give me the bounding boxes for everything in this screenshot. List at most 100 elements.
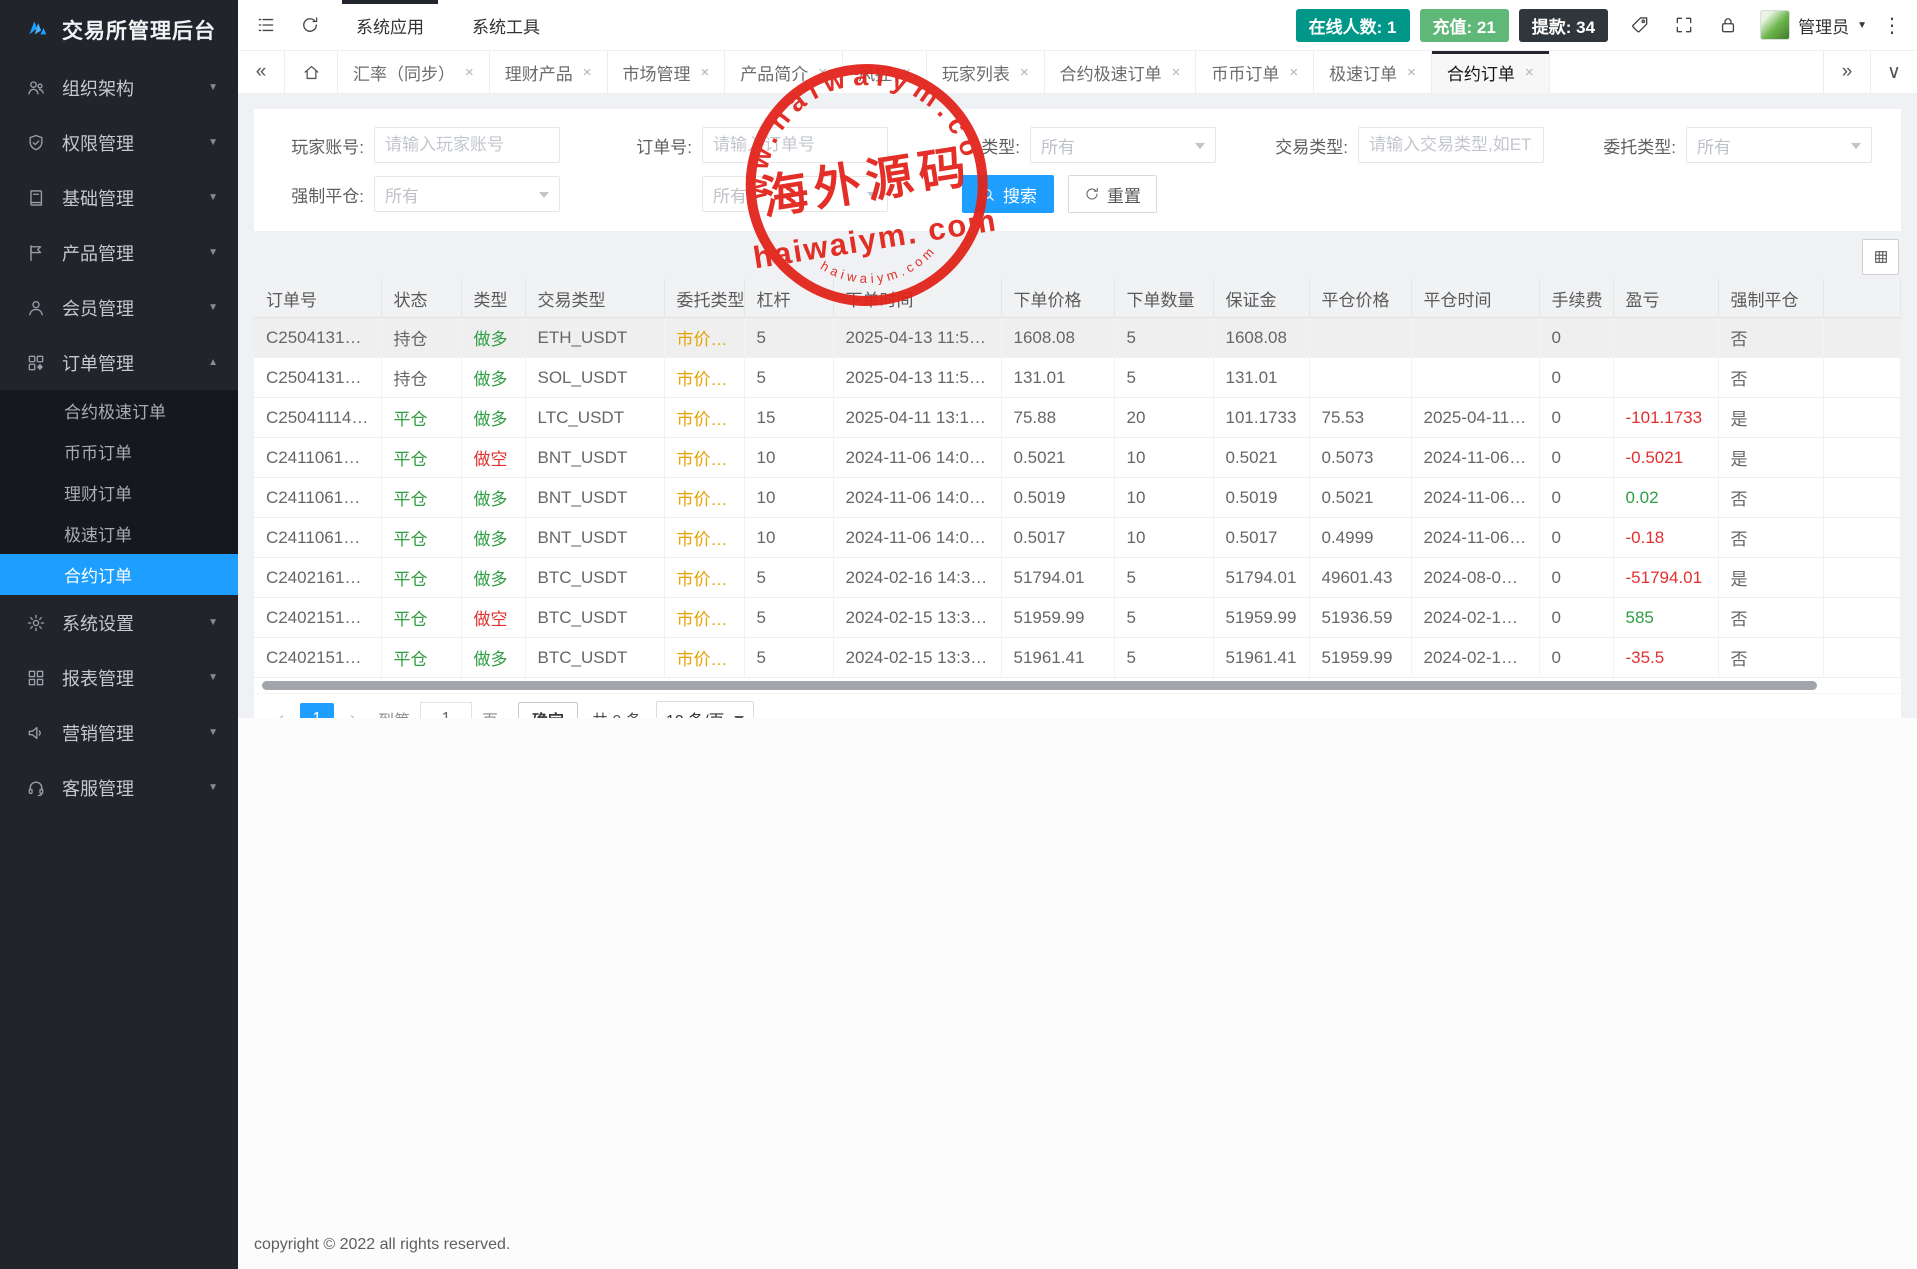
table-cell: 市价委托 xyxy=(664,398,744,438)
table-cell: 585 xyxy=(1613,598,1718,638)
user-name: 管理员 xyxy=(1798,13,1849,38)
tab-close-icon[interactable]: × xyxy=(1289,64,1298,81)
tab-理财产品[interactable]: 理财产品× xyxy=(490,51,608,93)
tabs-more[interactable]: ∨ xyxy=(1870,51,1917,93)
table-cell: 0.02 xyxy=(1613,478,1718,518)
table-cell: C240216153... xyxy=(254,558,381,598)
sidebar-item-system[interactable]: 系统设置▼ xyxy=(0,595,238,650)
sidebar-item-org[interactable]: 组织架构▼ xyxy=(0,60,238,115)
tab-汇率（同步）[interactable]: 汇率（同步）× xyxy=(338,51,490,93)
sidebar-subitem[interactable]: 理财订单 xyxy=(0,472,238,513)
topbar: 系统应用系统工具 在线人数: 1 充值: 21 提款: 34 管理员 ▼ ⋮ xyxy=(238,0,1917,51)
sidebar-item-label: 产品管理 xyxy=(62,240,134,266)
lock-icon[interactable] xyxy=(1706,0,1750,50)
tabs-strip: 汇率（同步）×理财产品×市场管理×产品简介×风控×玩家列表×合约极速订单×币币订… xyxy=(338,51,1823,93)
force-close-select[interactable]: 所有 xyxy=(374,176,560,212)
sidebar-item-permission[interactable]: 权限管理▼ xyxy=(0,115,238,170)
table-cell xyxy=(1823,318,1901,358)
tab-close-icon[interactable]: × xyxy=(1172,64,1181,81)
sidebar-subitem[interactable]: 币币订单 xyxy=(0,431,238,472)
table-cell: 10 xyxy=(1114,438,1213,478)
user-menu[interactable]: 管理员 ▼ xyxy=(1750,10,1877,40)
secondary-select[interactable]: 所有 xyxy=(702,176,888,212)
column-header: 手续费 xyxy=(1539,279,1613,318)
badge-online-count[interactable]: 在线人数: 1 xyxy=(1296,9,1410,42)
sidebar-subitem[interactable]: 合约极速订单 xyxy=(0,390,238,431)
home-tab[interactable] xyxy=(285,51,338,93)
tab-合约极速订单[interactable]: 合约极速订单× xyxy=(1045,51,1197,93)
table-row: C240215143...平仓做空BTC_USDT市价委托52024-02-15… xyxy=(254,598,1901,638)
tab-产品简介[interactable]: 产品简介× xyxy=(725,51,843,93)
tab-极速订单[interactable]: 极速订单× xyxy=(1314,51,1432,93)
more-vertical-icon[interactable]: ⋮ xyxy=(1877,13,1907,38)
column-header: 下单数量 xyxy=(1114,279,1213,318)
table-cell: 2025-04-13 11:51:38.... xyxy=(833,358,1001,398)
table-cell: 5 xyxy=(1114,598,1213,638)
caret-down-icon: ▼ xyxy=(208,192,218,203)
table-cell: C250413125... xyxy=(254,318,381,358)
search-button[interactable]: 搜索 xyxy=(962,175,1054,213)
table-cell: 75.88 xyxy=(1001,398,1114,438)
badge-recharge-count[interactable]: 充值: 21 xyxy=(1420,9,1509,42)
sidebar-item-order[interactable]: 订单管理▲ xyxy=(0,335,238,390)
sidebar-item-base[interactable]: 基础管理▼ xyxy=(0,170,238,225)
order-no-input[interactable] xyxy=(702,127,888,163)
table-cell: 0.5021 xyxy=(1001,438,1114,478)
tab-玩家列表[interactable]: 玩家列表× xyxy=(927,51,1045,93)
table-cell: 持仓 xyxy=(381,358,461,398)
content-spacer xyxy=(238,718,1917,1269)
tabs-scroll-right[interactable]: » xyxy=(1823,51,1870,93)
table-cell: 51961.41 xyxy=(1213,638,1309,678)
fullscreen-icon[interactable] xyxy=(1662,0,1706,50)
tab-close-icon[interactable]: × xyxy=(465,64,474,81)
table-cell: 否 xyxy=(1718,358,1823,398)
tag-icon[interactable] xyxy=(1618,0,1662,50)
table-cell: 2024-02-15 13:34:35.... xyxy=(833,598,1001,638)
filter-label: 委托类型: xyxy=(1584,133,1676,158)
player-account-input[interactable] xyxy=(374,127,560,163)
sidebar-item-member[interactable]: 会员管理▼ xyxy=(0,280,238,335)
badge-withdraw-count[interactable]: 提款: 34 xyxy=(1519,9,1608,42)
tab-close-icon[interactable]: × xyxy=(583,64,592,81)
tab-风控[interactable]: 风控× xyxy=(843,51,927,93)
refresh-icon[interactable] xyxy=(288,0,332,50)
tabs-scroll-left[interactable]: « xyxy=(238,51,285,93)
table-row: C250413125...持仓做多ETH_USDT市价委托52025-04-13… xyxy=(254,318,1901,358)
type-select[interactable]: 所有 xyxy=(1030,127,1216,163)
sidebar-subitem[interactable]: 极速订单 xyxy=(0,513,238,554)
tab-close-icon[interactable]: × xyxy=(902,64,911,81)
table-cell: 15 xyxy=(744,398,833,438)
tab-close-icon[interactable]: × xyxy=(1407,64,1416,81)
tab-close-icon[interactable]: × xyxy=(701,64,710,81)
scrollbar-thumb[interactable] xyxy=(262,681,1817,690)
topbar-menu[interactable]: 系统工具 xyxy=(448,0,564,50)
collapse-menu-icon[interactable] xyxy=(244,0,288,50)
sidebar-subitem[interactable]: 合约订单 xyxy=(0,554,238,595)
tab-合约订单[interactable]: 合约订单× xyxy=(1432,51,1550,93)
columns-toggle-button[interactable] xyxy=(1862,239,1899,275)
topbar-menu[interactable]: 系统应用 xyxy=(332,0,448,50)
topbar-menus: 系统应用系统工具 xyxy=(332,0,564,50)
sidebar-item-product[interactable]: 产品管理▼ xyxy=(0,225,238,280)
table-cell: 51959.99 xyxy=(1213,598,1309,638)
sidebar-item-marketing[interactable]: 营销管理▼ xyxy=(0,705,238,760)
trade-type-input[interactable] xyxy=(1358,127,1544,163)
tab-市场管理[interactable]: 市场管理× xyxy=(608,51,726,93)
reset-button[interactable]: 重置 xyxy=(1068,175,1157,213)
table-cell: -0.18 xyxy=(1613,518,1718,558)
tab-close-icon[interactable]: × xyxy=(1020,64,1029,81)
table-cell: 是 xyxy=(1718,558,1823,598)
tab-close-icon[interactable]: × xyxy=(818,64,827,81)
table-cell xyxy=(1823,398,1901,438)
filter-group-order-no: 订单号: xyxy=(600,127,888,163)
tab-close-icon[interactable]: × xyxy=(1525,64,1534,81)
table-cell: 0.4999 xyxy=(1309,518,1411,558)
table-cell: 持仓 xyxy=(381,318,461,358)
speaker-icon xyxy=(26,723,46,743)
sidebar-item-service[interactable]: 客服管理▼ xyxy=(0,760,238,815)
column-header xyxy=(1823,279,1901,318)
entrust-type-select[interactable]: 所有 xyxy=(1686,127,1872,163)
filter-panel: 玩家账号:订单号:类型:所有交易类型:委托类型:所有 强制平仓:所有所有 搜索 … xyxy=(254,109,1901,231)
sidebar-item-report[interactable]: 报表管理▼ xyxy=(0,650,238,705)
tab-币币订单[interactable]: 币币订单× xyxy=(1196,51,1314,93)
